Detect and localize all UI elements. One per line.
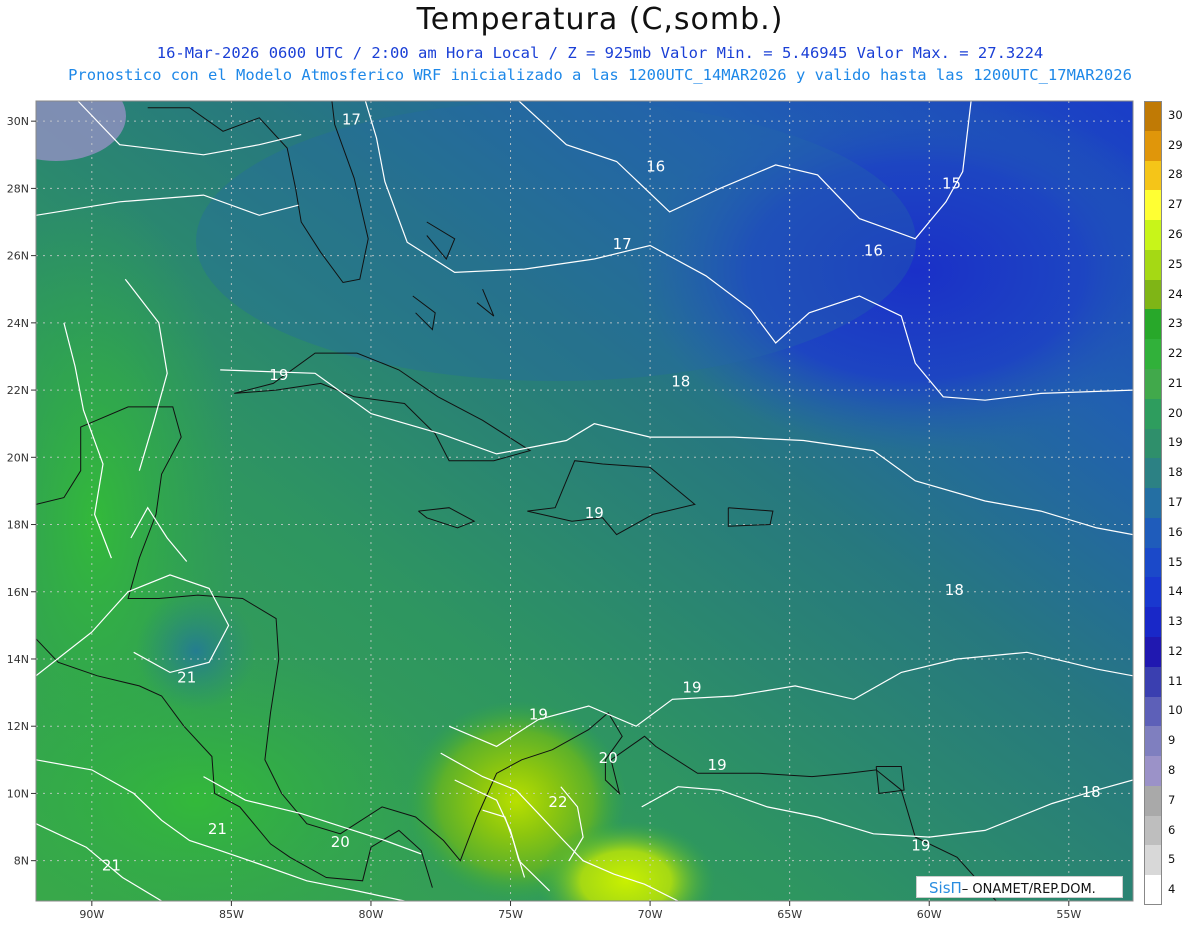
colorbar-label: 17 — [1168, 495, 1183, 509]
contour-label: 18 — [1082, 783, 1101, 801]
map-canvas: 17 16 15 17 16 19 18 19 18 19 19 21 20 19 22 18 21 20 19 21 — [36, 101, 1133, 901]
contour-label: 20 — [599, 749, 618, 767]
colorbar-label: 4 — [1168, 882, 1176, 897]
colorbar-label: 27 — [1168, 197, 1183, 212]
lon-tick-label: 60W — [917, 908, 942, 921]
lat-tick-label: 12N — [7, 720, 29, 733]
contour-label: 18 — [671, 373, 690, 391]
lon-tick-label: 55W — [1056, 908, 1081, 921]
lat-tick-label: 10N — [7, 787, 29, 800]
colorbar-label: 11 — [1168, 673, 1183, 688]
colorbar-label: 28 — [1168, 167, 1183, 182]
forecast-time-line: 16-Mar-2026 0600 UTC / 2:00 am Hora Loca… — [156, 44, 1044, 62]
contour-label: 22 — [548, 793, 567, 811]
colorbar-label: 12 — [1168, 643, 1183, 658]
colorbar-border — [1144, 101, 1162, 905]
model-info-line: Pronostico con el Modelo Atmosferico WRF… — [68, 66, 1132, 84]
contour-label: 19 — [682, 679, 701, 697]
contour-label: 16 — [864, 242, 883, 260]
colorbar-label: 29 — [1168, 137, 1183, 152]
contour-label: 18 — [945, 581, 964, 599]
lat-tick-label: 8N — [14, 855, 29, 868]
lat-tick-label: 14N — [7, 653, 29, 666]
lon-tick-label: 80W — [359, 908, 384, 921]
contour-label: 19 — [708, 756, 727, 774]
credit-box: SisΠ– ONAMET/REP.DOM. — [916, 876, 1123, 898]
lat-tick-label: 16N — [7, 586, 29, 599]
contour-label: 21 — [102, 857, 121, 875]
colorbar-label: 7 — [1168, 792, 1176, 807]
contour-label: 21 — [208, 820, 227, 838]
contour-label: 21 — [177, 669, 196, 687]
sispi-logo: SisΠ — [929, 879, 962, 897]
colorbar-label: 9 — [1168, 733, 1176, 748]
colorbar-label: 10 — [1168, 703, 1183, 718]
lat-tick-label: 24N — [7, 317, 29, 330]
contour-label: 16 — [646, 158, 665, 176]
colorbar-label: 22 — [1168, 346, 1183, 361]
colorbar-label: 13 — [1168, 614, 1183, 629]
lat-tick-label: 26N — [7, 250, 29, 263]
contour-label: 19 — [911, 837, 930, 855]
colorbar-label: 8 — [1168, 763, 1176, 777]
colorbar-label: 30 — [1168, 107, 1183, 122]
colorbar-label: 23 — [1168, 316, 1183, 331]
contour-label: 20 — [331, 833, 350, 851]
contour-label: 17 — [342, 111, 361, 129]
colorbar-label: 25 — [1168, 256, 1183, 271]
colorbar-label: 15 — [1168, 554, 1183, 569]
temperature-map[interactable]: 17 16 15 17 16 19 18 19 18 19 19 21 20 19 22 18 21 20 19 21 — [36, 101, 1133, 901]
contour-label: 19 — [585, 504, 604, 522]
lat-tick-label: 28N — [7, 182, 29, 195]
lon-tick-label: 70W — [638, 908, 663, 921]
lon-tick-label: 75W — [498, 908, 523, 921]
colorbar-label: 18 — [1168, 465, 1183, 480]
lon-tick-label: 65W — [777, 908, 802, 921]
lon-tick-label: 90W — [79, 908, 104, 921]
colorbar-label: 20 — [1168, 405, 1183, 420]
lat-tick-label: 20N — [7, 451, 29, 464]
map-title: Temperatura (C,somb.) — [416, 2, 784, 37]
colorbar-label: 14 — [1168, 584, 1183, 599]
colorbar-label: 19 — [1168, 435, 1183, 450]
lat-tick-label: 18N — [7, 519, 29, 532]
colorbar-label: 21 — [1168, 375, 1183, 390]
contour-label: 15 — [942, 174, 961, 192]
color-scale-bar — [1144, 101, 1162, 906]
credit-org: – ONAMET/REP.DOM. — [961, 882, 1096, 897]
colorbar-label: 16 — [1168, 524, 1183, 539]
colorbar-label: 24 — [1168, 286, 1183, 301]
lon-tick-label: 85W — [219, 908, 244, 921]
contour-label: 17 — [613, 235, 632, 253]
contour-label: 19 — [269, 366, 288, 384]
colorbar-label: 5 — [1168, 852, 1176, 867]
contour-label: 19 — [529, 705, 548, 723]
colorbar-label: 26 — [1168, 227, 1183, 241]
lat-tick-label: 22N — [7, 384, 29, 397]
colorbar-label: 6 — [1168, 822, 1176, 837]
lat-tick-label: 30N — [7, 115, 29, 128]
